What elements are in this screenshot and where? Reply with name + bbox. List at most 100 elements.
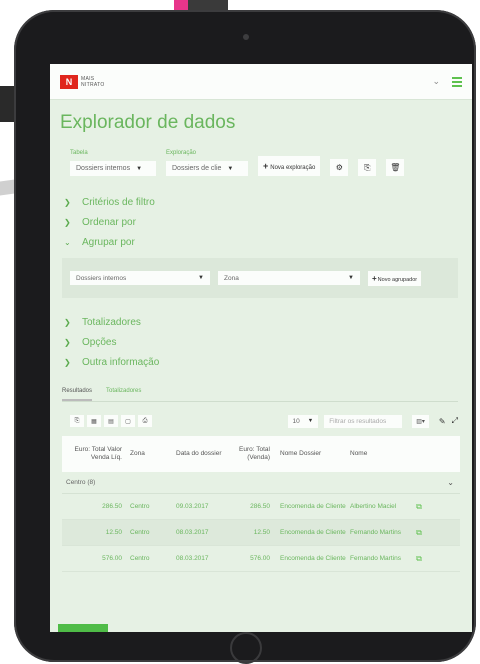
results-table: Euro: Total Valor Venda Líq. Zona Data d…: [62, 436, 460, 572]
section-label: Outra informação: [82, 356, 160, 368]
caret-down-icon: ▼: [198, 275, 204, 281]
section-ordenar-por[interactable]: ❯ Ordenar por: [50, 212, 472, 232]
per-page-value: 10: [292, 417, 300, 425]
settings-icon[interactable]: ⚙: [330, 159, 349, 176]
cell-nome[interactable]: Fernando Martins: [346, 555, 410, 563]
brand-mark: N: [65, 76, 73, 87]
section-agrupar-por[interactable]: ⌄ Agrupar por: [50, 232, 472, 252]
header-total-venda[interactable]: Euro: Total (Venda): [226, 446, 270, 462]
group-table-select[interactable]: Dossiers internos ▼: [70, 271, 210, 285]
chevron-right-icon: ❯: [64, 217, 71, 227]
caret-down-icon: ▼: [227, 165, 234, 172]
brand-name: MAIS NITRATO: [81, 75, 105, 88]
chevron-right-icon: ❯: [64, 357, 71, 367]
group-field-select[interactable]: Zona ▼: [218, 271, 360, 285]
section-totalizadores[interactable]: ❯ Totalizadores: [50, 312, 472, 332]
tabela-value: Dossiers internos: [76, 165, 131, 172]
tabela-label: Tabela: [70, 150, 88, 156]
app-screen: N MAIS NITRATO ⌄ Explorador de dados Tab…: [50, 64, 472, 632]
group-row-centro[interactable]: Centro (8) ⌄: [62, 472, 460, 494]
new-exploration-button[interactable]: + Nova exploração: [258, 156, 321, 176]
new-exploration-label: Nova exploração: [270, 165, 316, 171]
tab-totalizadores[interactable]: Totalizadores: [106, 388, 141, 401]
plus-icon: +: [263, 161, 269, 171]
chevron-right-icon: ❯: [64, 317, 71, 327]
cell-zona: Centro: [130, 503, 150, 510]
export-pdf-icon[interactable]: ▢: [121, 415, 135, 427]
print-icon[interactable]: ⎙: [138, 415, 152, 427]
cell-total: 286.50: [250, 503, 270, 510]
top-bar: N MAIS NITRATO ⌄: [50, 64, 472, 100]
cell-data: 09.03.2017: [176, 503, 209, 510]
caret-down-icon: ▼: [348, 275, 354, 281]
copy-icon[interactable]: ⎘: [358, 159, 377, 176]
section-label: Critérios de filtro: [82, 196, 155, 208]
table-row[interactable]: 286.50 Centro 09.03.2017 286.50 Encomend…: [62, 494, 460, 520]
cell-zona: Centro: [130, 555, 150, 562]
new-grouper-label: Novo agrupador: [377, 276, 418, 283]
columns-toggle-button[interactable]: ▥▾: [412, 414, 429, 428]
per-page-select[interactable]: 10 ▼: [287, 414, 319, 428]
export-csv-icon[interactable]: ▤: [104, 415, 118, 427]
cell-nome[interactable]: Albertino Maciel: [346, 503, 410, 511]
table-toolbar: ⎘ ▦ ▤ ▢ ⎙ 10 ▼ Filtrar os resultados ▥▾ …: [70, 414, 458, 428]
table-row[interactable]: 12.50 Centro 08.03.2017 12.50 Encomenda …: [62, 520, 460, 546]
header-nome-dossier[interactable]: Nome Dossier: [270, 450, 346, 458]
cell-valor: 576.00: [102, 555, 122, 562]
cell-nome[interactable]: Fernando Martins: [346, 529, 410, 537]
camera-icon: [243, 34, 249, 40]
plus-icon: +: [372, 273, 377, 283]
hamburger-menu-icon[interactable]: [452, 76, 462, 87]
tabela-select[interactable]: Dossiers internos ▼: [70, 161, 156, 176]
chevron-right-icon: ❯: [64, 337, 71, 347]
copy-table-icon[interactable]: ⎘: [70, 415, 84, 427]
section-label: Opções: [82, 336, 117, 348]
cell-dossier[interactable]: Encomenda de Cliente: [270, 555, 346, 563]
edit-icon[interactable]: ✎: [439, 417, 446, 426]
header-zona[interactable]: Zona: [122, 450, 168, 458]
exploracao-select[interactable]: Dossiers de clie ▼: [166, 161, 248, 176]
cell-valor: 286.50: [102, 503, 122, 510]
filter-results-input[interactable]: Filtrar os resultados: [324, 414, 403, 428]
table-row[interactable]: 576.00 Centro 08.03.2017 576.00 Encomend…: [62, 546, 460, 572]
chevron-right-icon: ❯: [64, 197, 71, 207]
header-total-valor-venda[interactable]: Euro: Total Valor Venda Líq.: [62, 446, 122, 462]
trash-icon[interactable]: 🗑: [386, 159, 405, 176]
floating-action-button[interactable]: [58, 624, 108, 632]
caret-down-icon: ▼: [136, 165, 143, 172]
tab-divider: [62, 401, 458, 402]
chevron-down-icon: ⌄: [64, 237, 71, 247]
open-record-icon[interactable]: ⧉: [410, 502, 428, 512]
cell-dossier[interactable]: Encomenda de Cliente: [270, 503, 346, 511]
cell-data: 08.03.2017: [176, 555, 209, 562]
group-label: Centro (8): [66, 479, 96, 486]
cell-total: 576.00: [250, 555, 270, 562]
new-grouper-button[interactable]: +Novo agrupador: [368, 270, 422, 286]
brand-logo[interactable]: N: [60, 74, 78, 89]
result-tabs: Resultados Totalizadores: [62, 388, 472, 401]
fullscreen-icon[interactable]: ⤢: [452, 416, 458, 426]
section-criterios-filtro[interactable]: ❯ Critérios de filtro: [50, 192, 472, 212]
exploracao-label: Exploração: [166, 150, 197, 156]
cell-total: 12.50: [253, 529, 270, 536]
table-header: Euro: Total Valor Venda Líq. Zona Data d…: [62, 436, 460, 472]
group-field-value: Zona: [224, 274, 239, 282]
home-button[interactable]: [230, 632, 262, 664]
header-data-dossier[interactable]: Data do dossier: [168, 450, 226, 458]
chevron-down-icon[interactable]: ⌄: [447, 478, 454, 487]
tab-resultados[interactable]: Resultados: [62, 388, 93, 401]
tablet-frame: N MAIS NITRATO ⌄ Explorador de dados Tab…: [14, 10, 476, 664]
section-label: Agrupar por: [82, 236, 135, 248]
open-record-icon[interactable]: ⧉: [410, 528, 428, 538]
header-nome[interactable]: Nome: [346, 450, 410, 458]
section-outra-informacao[interactable]: ❯ Outra informação: [50, 352, 472, 372]
cell-data: 08.03.2017: [176, 529, 209, 536]
export-excel-icon[interactable]: ▦: [87, 415, 101, 427]
section-opcoes[interactable]: ❯ Opções: [50, 332, 472, 352]
cell-valor: 12.50: [105, 529, 122, 536]
chevron-down-icon[interactable]: ⌄: [432, 76, 440, 87]
section-label: Ordenar por: [82, 216, 136, 228]
exploration-controls: Tabela Dossiers internos ▼ Exploração Do…: [70, 150, 462, 176]
cell-dossier[interactable]: Encomenda de Cliente: [270, 529, 346, 537]
open-record-icon[interactable]: ⧉: [410, 554, 428, 564]
